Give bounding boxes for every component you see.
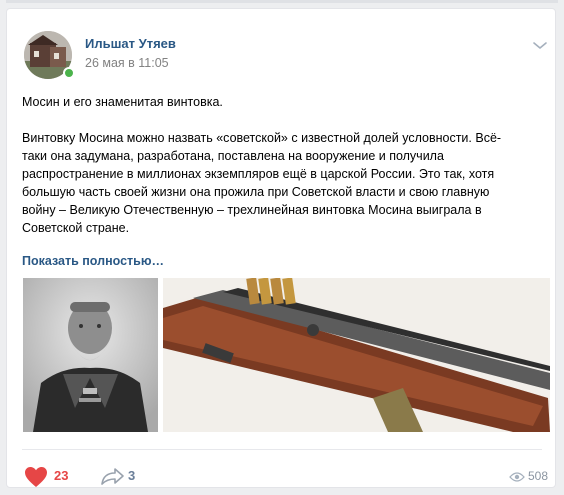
chevron-down-icon xyxy=(533,42,547,49)
post-menu-button[interactable] xyxy=(531,39,549,51)
post-text: Мосин и его знаменитая винтовка. Винтовк… xyxy=(22,93,552,237)
rifle-photo[interactable] xyxy=(163,278,550,432)
feed-top-separator xyxy=(6,0,558,3)
post-text-line: большую часть своей жизни она прожила пр… xyxy=(22,185,490,199)
post-text-line: войну – Великую Отечественную – трехлине… xyxy=(22,203,482,217)
post-text-line: распространение в миллионах экземпляров … xyxy=(22,167,495,181)
share-arrow-icon xyxy=(101,468,124,485)
views-count: 508 xyxy=(528,469,549,483)
post-author-name[interactable]: Ильшат Утяев xyxy=(85,36,176,51)
actions-divider xyxy=(22,449,542,450)
share-button[interactable] xyxy=(100,466,126,486)
post-date[interactable]: 26 мая в 11:05 xyxy=(85,56,169,70)
post-text-line: Советской стране. xyxy=(22,221,130,235)
like-count: 23 xyxy=(54,468,69,483)
heart-icon xyxy=(25,467,47,487)
share-count: 3 xyxy=(128,468,136,483)
post-text-title: Мосин и его знаменитая винтовка. xyxy=(22,95,223,109)
portrait-photo[interactable] xyxy=(23,278,158,432)
wall-post: Ильшат Утяев 26 мая в 11:05 Мосин и его … xyxy=(6,8,556,488)
post-text-line: Винтовку Мосина можно назвать «советской… xyxy=(22,131,502,145)
post-text-line: таки она задумана, разработана, поставле… xyxy=(22,149,444,163)
like-button[interactable] xyxy=(24,466,48,488)
eye-icon xyxy=(509,470,525,482)
online-status-indicator xyxy=(63,67,75,79)
show-more-link[interactable]: Показать полностью… xyxy=(22,254,164,268)
